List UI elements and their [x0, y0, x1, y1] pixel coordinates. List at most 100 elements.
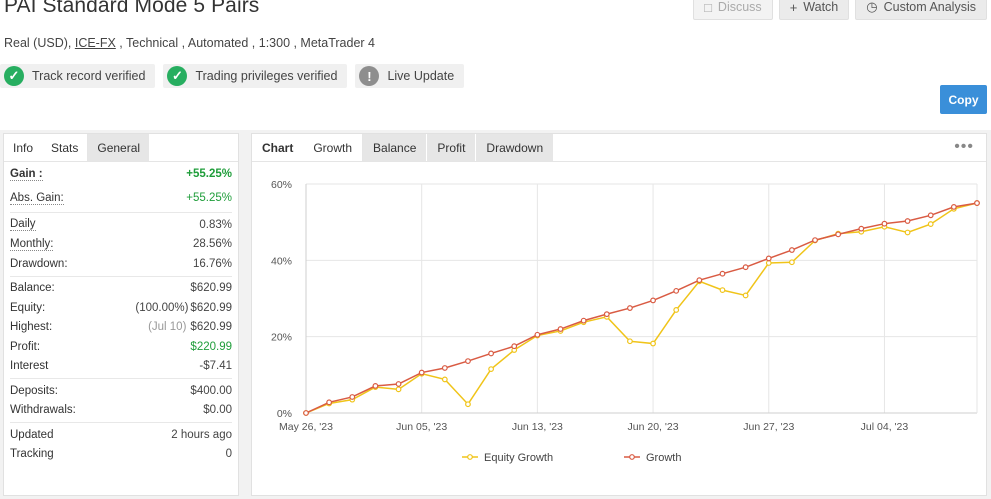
growth-point	[580, 317, 587, 324]
equity-growth-point	[465, 401, 471, 408]
chart-panel: Chart Growth Balance Profit Drawdown •••…	[251, 133, 987, 496]
tab-profit[interactable]: Profit	[426, 134, 476, 161]
updated-label: Updated	[10, 428, 54, 441]
watch-button[interactable]: + Watch	[778, 0, 850, 20]
equity-growth-point	[742, 292, 749, 299]
monthly-label[interactable]: Monthly:	[10, 238, 54, 251]
x-tick-label: Jun 20, '23	[628, 421, 679, 433]
check-icon: ✓	[167, 66, 188, 86]
tab-info[interactable]: Info	[4, 134, 43, 161]
tab-stats[interactable]: Stats	[42, 134, 89, 161]
abs-gain-label[interactable]: Abs. Gain:	[10, 192, 64, 205]
badge-live-update[interactable]: ! Live Update	[355, 64, 465, 88]
page-title: PAI Standard Mode 5 Pairs	[4, 0, 260, 17]
tab-drawdown[interactable]: Drawdown	[475, 134, 554, 161]
growth-point	[557, 326, 564, 332]
equity-growth-line	[305, 202, 978, 414]
divider	[10, 275, 232, 277]
growth-point	[927, 212, 934, 219]
interest-label: Interest	[10, 360, 49, 373]
tracking-value: 0	[225, 448, 232, 461]
growth-point	[974, 200, 980, 206]
tab-general[interactable]: General	[88, 134, 150, 161]
daily-label[interactable]: Daily	[10, 218, 36, 232]
stat-gain: Gain : +55.25%	[10, 162, 232, 186]
y-tick-label: 40%	[271, 255, 292, 267]
stat-profit: Profit: $220.99	[10, 337, 232, 357]
stat-deposits: Deposits: $400.00	[10, 381, 232, 401]
equity-growth-point	[627, 338, 633, 345]
chart-tabs: Chart Growth Balance Profit Drawdown	[252, 134, 986, 162]
stat-interest: Interest -$7.41	[10, 357, 232, 377]
equity-growth-point	[788, 259, 795, 266]
x-tick-label: Jun 05, '23	[396, 421, 447, 433]
abs-gain-value: +55.25%	[186, 192, 232, 204]
growth-point	[742, 264, 749, 271]
growth-point	[835, 231, 842, 238]
equity-growth-point	[719, 287, 726, 294]
growth-point	[303, 410, 309, 416]
growth-point	[465, 358, 471, 364]
growth-point	[673, 287, 680, 294]
growth-point	[511, 343, 518, 350]
growth-point	[765, 255, 772, 262]
divider	[10, 422, 232, 423]
stat-monthly: Monthly: 28.56%	[10, 235, 232, 255]
account-header: PAI Standard Mode 5 Pairs Real (USD), IC…	[0, 0, 991, 130]
badge-label: Track record verified	[32, 69, 146, 83]
more-options-icon[interactable]: •••	[954, 138, 974, 156]
x-tick-label: Jun 27, '23	[743, 421, 794, 433]
stat-drawdown: Drawdown: 16.76%	[10, 254, 232, 274]
growth-point	[488, 350, 495, 357]
growth-chart: 0% 20% 40% 60% May 26, '23 Jun 05, '23 Jun 13,…	[271, 179, 980, 464]
growth-point	[372, 383, 379, 389]
updated-value: 2 hours ago	[171, 428, 232, 441]
x-tick-label: Jul 04, '23	[861, 421, 909, 433]
account-subtitle: Real (USD), ICE-FX , Technical , Automat…	[4, 36, 375, 50]
drawdown-label: Drawdown:	[10, 257, 68, 270]
legend-label: Equity Growth	[484, 452, 553, 464]
badge-track-record: ✓ Track record verified	[0, 64, 156, 88]
stat-updated: Updated 2 hours ago	[10, 425, 232, 445]
equity-label: Equity:	[10, 301, 46, 314]
badge-trading-privileges: ✓ Trading privileges verified	[163, 64, 348, 88]
deposits-label: Deposits:	[10, 384, 58, 397]
equity-growth-point	[441, 376, 448, 383]
withdrawals-value: $0.00	[203, 404, 232, 417]
highest-label: Highest:	[10, 321, 53, 334]
growth-point	[627, 305, 633, 311]
equity-growth-point	[673, 307, 680, 313]
equity-growth-point	[765, 260, 772, 266]
header-actions: □ Discuss + Watch ◷ Custom Analysis	[693, 0, 987, 20]
y-tick-label: 20%	[271, 332, 292, 344]
badge-label: Live Update	[387, 69, 455, 83]
tab-balance[interactable]: Balance	[363, 134, 427, 161]
growth-point	[534, 331, 541, 338]
equity-amount: $620.99	[190, 301, 232, 314]
verification-badges: ✓ Track record verified ✓ Trading privil…	[0, 64, 465, 88]
equity-growth-point	[650, 340, 656, 347]
x-tick-label: May 26, '23	[279, 421, 333, 433]
tab-growth[interactable]: Growth	[303, 134, 364, 161]
check-icon: ✓	[4, 66, 24, 86]
equity-value: (100.00%) $620.99	[135, 302, 232, 314]
discuss-button[interactable]: □ Discuss	[693, 0, 773, 20]
gain-label[interactable]: Gain :	[10, 168, 43, 181]
drawdown-value: 16.76%	[192, 257, 232, 270]
stats-list: Gain : +55.25% Abs. Gain: +55.25% Daily …	[4, 162, 238, 464]
custom-analysis-button[interactable]: ◷ Custom Analysis	[855, 0, 987, 20]
legend-label: Growth	[646, 452, 681, 464]
growth-point	[603, 311, 610, 318]
stat-highest: Highest: (Jul 10) $620.99	[10, 318, 232, 338]
growth-point	[349, 394, 356, 400]
custom-analysis-label: Custom Analysis	[883, 0, 976, 14]
equity-growth-point	[927, 221, 934, 227]
watch-label: Watch	[803, 0, 839, 14]
broker-link[interactable]: ICE-FX	[75, 36, 116, 50]
copy-button[interactable]: Copy	[940, 85, 987, 114]
equity-growth-point	[488, 366, 495, 373]
y-tick-label: 60%	[271, 179, 292, 191]
account-type: Real (USD),	[4, 36, 75, 50]
tracking-label: Tracking	[10, 448, 54, 461]
divider	[10, 212, 232, 213]
